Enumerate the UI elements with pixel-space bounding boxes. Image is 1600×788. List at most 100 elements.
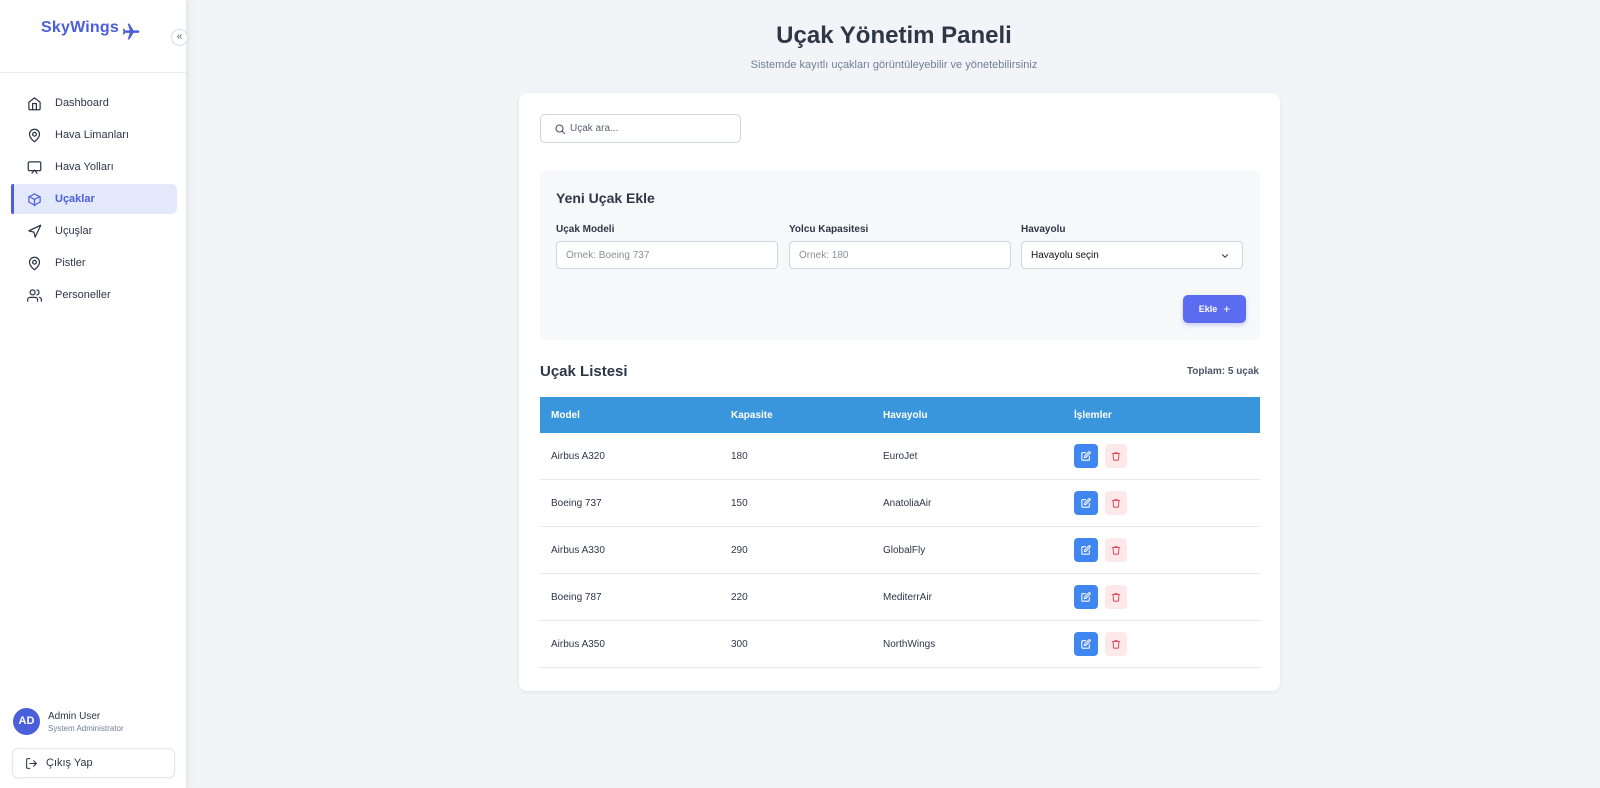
capacity-input[interactable] [789,241,1011,269]
trash-icon [1111,640,1121,649]
edit-icon [1081,545,1091,555]
sidebar-nav: Dashboard Hava Limanları Hava Yolları Uç… [11,88,177,312]
airline-label: Havayolu [1021,224,1066,235]
airline-select-value: Havayolu seçin [1031,249,1099,261]
sidebar-item-label: Personeller [55,289,111,301]
cell-model: Boeing 787 [551,591,602,603]
delete-button[interactable] [1105,632,1127,656]
sidebar-item-label: Dashboard [55,97,109,109]
sidebar-item-ucuslar[interactable]: Uçuşlar [11,216,177,246]
cell-capacity: 220 [731,591,748,603]
home-icon [28,96,41,110]
trash-icon [1111,499,1121,508]
cell-capacity: 150 [731,497,748,509]
delete-button[interactable] [1105,538,1127,562]
users-icon [27,288,42,302]
column-header-capacity: Kapasite [731,409,773,421]
logout-button[interactable]: Çıkış Yap [12,748,175,778]
table-row: Boeing 737 150 AnatoliaAir [540,480,1260,527]
search-input[interactable] [570,123,730,134]
add-aircraft-button[interactable]: Ekle + [1183,295,1246,323]
cell-airline: MediterrAir [883,591,932,603]
column-header-actions: İşlemler [1074,409,1112,421]
avatar: AD [13,708,40,735]
cell-actions [1074,632,1260,656]
cell-model: Airbus A320 [551,450,605,462]
user-name: Admin User [48,710,101,722]
plus-icon: + [1223,302,1231,316]
sidebar-item-label: Uçaklar [55,193,95,205]
sidebar-item-personeller[interactable]: Personeller [11,280,177,310]
add-aircraft-title: Yeni Uçak Ekle [556,190,655,206]
aircraft-list-title: Uçak Listesi [540,363,628,380]
trash-icon [1111,593,1121,602]
sidebar-item-hava-limanlari[interactable]: Hava Limanları [11,120,177,150]
cell-actions [1074,585,1260,609]
map-pin-icon [28,256,41,270]
airplane-icon [122,23,140,40]
user-profile: AD Admin User System Administrator [13,708,124,735]
add-button-label: Ekle [1198,304,1218,314]
cell-airline: AnatoliaAir [883,497,932,509]
cell-actions [1074,491,1260,515]
chevron-down-icon [1221,254,1229,258]
model-input[interactable] [556,241,778,269]
aircraft-card: Yeni Uçak Ekle Uçak Modeli Yolcu Kapasit… [519,93,1280,691]
logout-icon [26,757,37,769]
edit-icon [1081,498,1091,508]
edit-button[interactable] [1074,632,1098,656]
logout-label: Çıkış Yap [46,757,93,769]
aircraft-total-count: Toplam: 5 uçak [1186,366,1259,377]
search-icon [555,123,566,134]
edit-button[interactable] [1074,585,1098,609]
edit-icon [1081,451,1091,461]
cell-capacity: 300 [731,638,748,650]
trash-icon [1111,452,1121,461]
brand-header: SkyWings « [0,0,188,73]
airline-select[interactable]: Havayolu seçin [1021,241,1243,269]
sidebar-item-label: Hava Yolları [55,161,114,173]
cell-model: Airbus A330 [551,544,605,556]
page-title: Uçak Yönetim Paneli [776,22,1012,49]
model-label: Uçak Modeli [556,224,615,235]
edit-button[interactable] [1074,444,1098,468]
cell-airline: EuroJet [883,450,918,462]
search-box [540,114,741,143]
cell-model: Airbus A350 [551,638,605,650]
send-icon [28,224,42,238]
edit-button[interactable] [1074,538,1098,562]
table-row: Airbus A320 180 EuroJet [540,433,1260,480]
cell-airline: NorthWings [883,638,936,650]
sidebar-item-hava-yollari[interactable]: Hava Yolları [11,152,177,182]
delete-button[interactable] [1105,444,1127,468]
add-aircraft-panel: Yeni Uçak Ekle Uçak Modeli Yolcu Kapasit… [540,171,1260,340]
capacity-label: Yolcu Kapasitesi [789,224,869,235]
map-pin-icon [28,128,41,142]
table-row: Airbus A350 300 NorthWings [540,621,1260,668]
aircraft-table: Model Kapasite Havayolu İşlemler Airbus … [540,397,1260,668]
user-role: System Administrator [48,723,124,733]
delete-button[interactable] [1105,585,1127,609]
edit-icon [1081,592,1091,602]
sidebar-item-dashboard[interactable]: Dashboard [11,88,177,118]
cell-actions [1074,444,1260,468]
sidebar-item-label: Hava Limanları [55,129,129,141]
page-subtitle: Sistemde kayıtlı uçakları görüntüleyebil… [750,59,1038,71]
monitor-icon [27,160,42,174]
sidebar-item-label: Pistler [55,257,86,269]
cell-airline: GlobalFly [883,544,926,556]
cell-model: Boeing 737 [551,497,602,509]
delete-button[interactable] [1105,491,1127,515]
edit-button[interactable] [1074,491,1098,515]
edit-icon [1081,639,1091,649]
box-icon [28,192,41,206]
cell-capacity: 180 [731,450,748,462]
brand-logo-text[interactable]: SkyWings [41,19,119,37]
cell-capacity: 290 [731,544,748,556]
sidebar-item-label: Uçuşlar [55,225,93,237]
collapse-sidebar-button[interactable]: « [171,29,188,46]
sidebar-item-pistler[interactable]: Pistler [11,248,177,278]
table-row: Boeing 787 220 MediterrAir [540,574,1260,621]
table-row: Airbus A330 290 GlobalFly [540,527,1260,574]
sidebar-item-ucaklar[interactable]: Uçaklar [11,184,177,214]
